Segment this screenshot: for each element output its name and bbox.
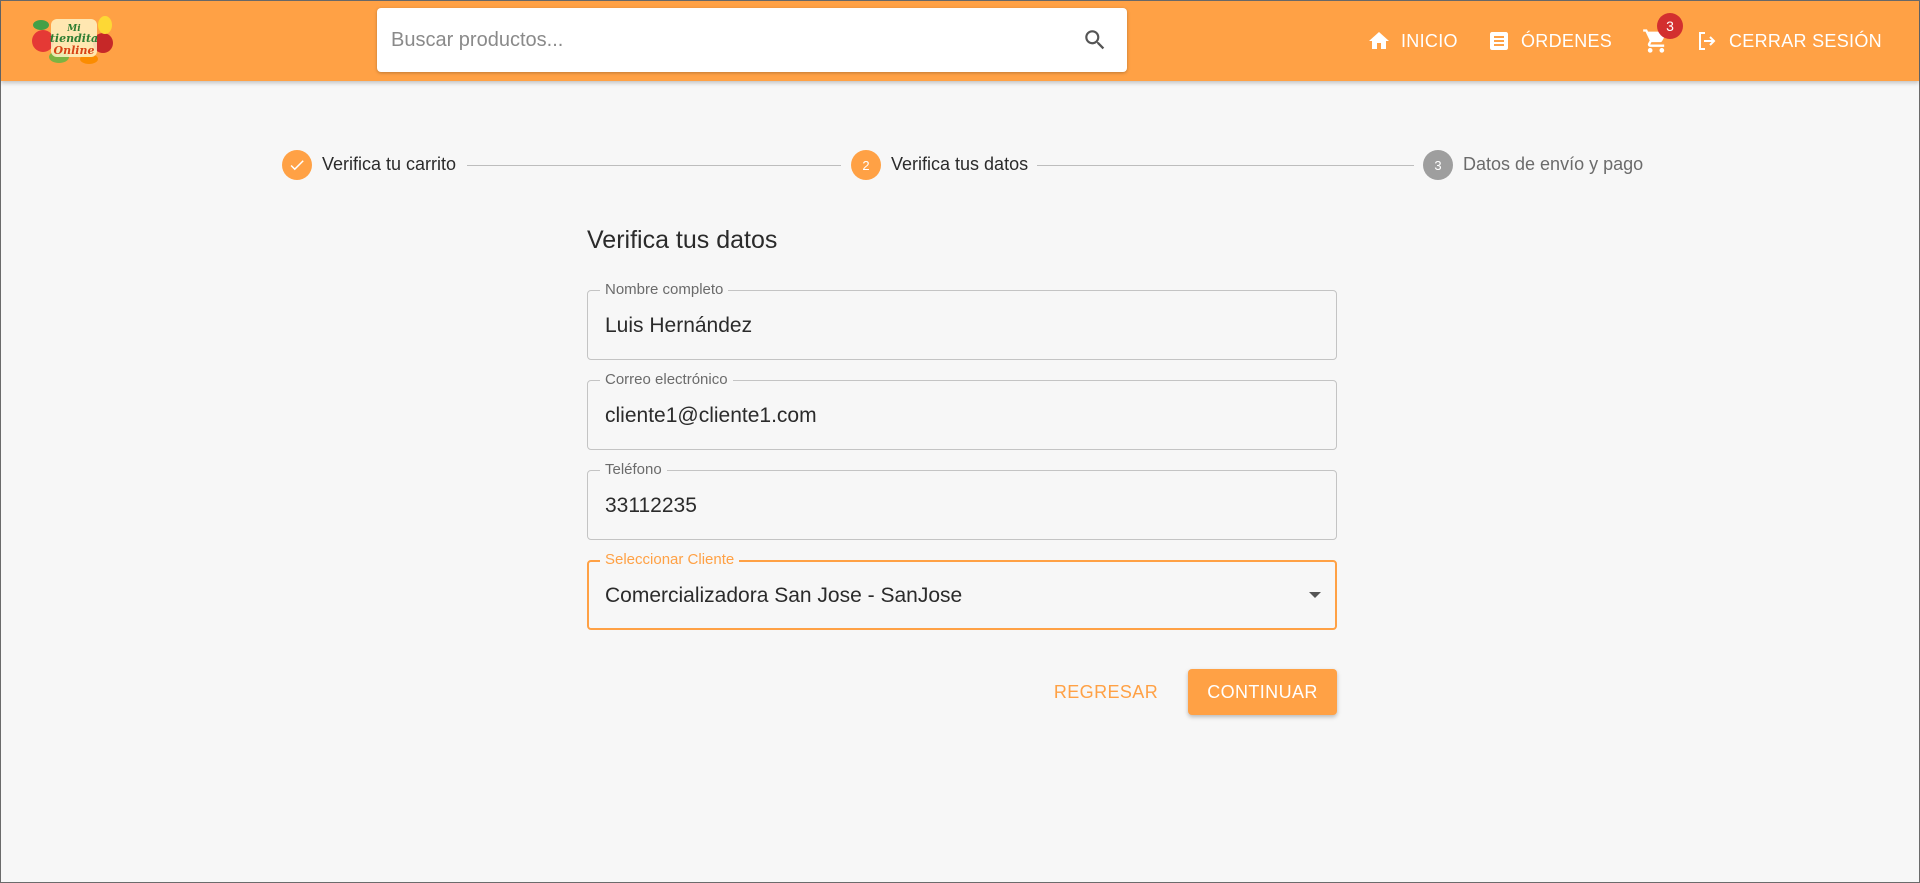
svg-text:Online: Online: [54, 44, 95, 57]
cart-count-badge: 3: [1657, 13, 1683, 39]
step-3-label: Datos de envío y pago: [1463, 154, 1644, 174]
phone-label: Teléfono: [600, 461, 667, 479]
full-name-label: Nombre completo: [600, 281, 729, 299]
email-value: cliente1@cliente1.com: [605, 404, 817, 427]
dropdown-caret-icon[interactable]: [1309, 592, 1321, 598]
nav-home-link[interactable]: INICIO: [1367, 1, 1458, 81]
email-field[interactable]: Correo electrónico cliente1@cliente1.com: [587, 371, 1337, 450]
search-input[interactable]: [391, 8, 1051, 72]
step-1-label: Verifica tu carrito: [322, 154, 457, 174]
continue-button[interactable]: CONTINUAR: [1188, 669, 1337, 715]
back-button[interactable]: REGRESAR: [1041, 669, 1171, 715]
nav-orders-link[interactable]: ÓRDENES: [1487, 1, 1612, 81]
step-connector: [1037, 165, 1414, 166]
full-name-field[interactable]: Nombre completo Luis Hernández: [587, 281, 1337, 360]
form-title: Verifica tus datos: [587, 226, 778, 254]
nav-home-label: INICIO: [1401, 30, 1458, 51]
home-icon: [1369, 32, 1389, 49]
logo-graphic: Mi tiendita Online: [32, 16, 113, 64]
store-logo[interactable]: Mi tiendita Online: [29, 11, 117, 67]
email-label: Correo electrónico: [600, 371, 733, 389]
logout-link[interactable]: CERRAR SESIÓN: [1695, 1, 1882, 81]
phone-value: 33112235: [605, 494, 697, 517]
step-2-label: Verifica tus datos: [891, 154, 1029, 174]
logout-label: CERRAR SESIÓN: [1729, 30, 1882, 51]
client-select-value: Comercializadora San Jose - SanJose: [605, 584, 963, 607]
client-select[interactable]: Seleccionar Cliente Comercializadora San…: [587, 551, 1337, 630]
orders-icon: [1490, 32, 1508, 50]
search-icon[interactable]: [1079, 24, 1111, 56]
search-box: [377, 8, 1127, 72]
logout-icon: [1699, 32, 1716, 50]
full-name-value: Luis Hernández: [605, 314, 753, 337]
step-3-circle: 3: [1423, 150, 1453, 180]
step-1-circle: [282, 150, 312, 180]
client-select-label: Seleccionar Cliente: [600, 551, 740, 569]
nav-orders-label: ÓRDENES: [1521, 30, 1613, 51]
step-connector: [467, 165, 841, 166]
check-icon: [290, 160, 304, 171]
app-bar: Mi tiendita Online INICIO ÓRDENES 3 CERR…: [1, 1, 1919, 81]
phone-field[interactable]: Teléfono 33112235: [587, 461, 1337, 540]
step-2-circle: 2: [851, 150, 881, 180]
